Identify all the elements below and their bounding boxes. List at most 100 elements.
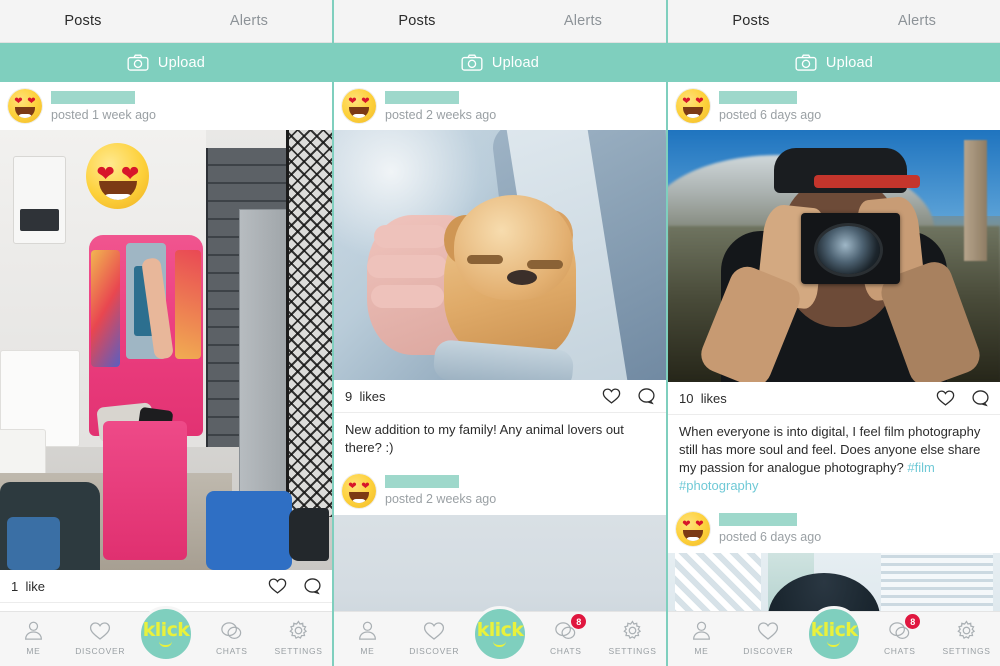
username-redacted[interactable] <box>385 475 459 489</box>
tab-alerts-3[interactable]: Alerts <box>834 13 1000 29</box>
nav-label-discover: DISCOVER <box>409 646 460 656</box>
smile-icon <box>827 641 841 647</box>
comment-bubble-icon[interactable] <box>303 577 322 595</box>
likes-word: like <box>25 578 45 594</box>
tab-posts-3[interactable]: Posts <box>668 13 834 29</box>
chat-bubbles-icon <box>220 618 243 643</box>
post-meta: posted 1 week ago <box>51 90 156 122</box>
likes-row: 9 likes <box>334 380 666 413</box>
heart-eye-left-icon: ❤ <box>348 480 357 492</box>
tab-posts[interactable]: Posts <box>0 13 166 29</box>
smile-mouth <box>15 107 35 118</box>
likes-row: 1 like <box>0 570 332 603</box>
klick-logo-text: klick <box>142 619 190 641</box>
app-panel-3: Posts Alerts Upload ❤ ❤ posted 6 days ag… <box>668 0 1000 666</box>
three-panel-screenshot: Posts Alerts Upload ❤ ❤ posted 1 week ag… <box>0 0 1000 666</box>
username-redacted[interactable] <box>51 90 135 104</box>
feed-scroll-area-3[interactable]: ❤ ❤ posted 6 days ago 10 likes When ever… <box>668 82 1000 611</box>
klick-logo-button[interactable]: klick <box>471 606 528 662</box>
post-header: ❤ ❤ posted 2 weeks ago <box>334 466 666 515</box>
nav-item-settings[interactable]: SETTINGS <box>938 618 996 656</box>
post-header: ❤ ❤ posted 1 week ago <box>0 82 332 130</box>
nav-label-me: ME <box>26 646 41 656</box>
nav-item-chats[interactable]: CHATS <box>203 618 261 656</box>
camera-icon <box>795 54 817 71</box>
nav-label-me: ME <box>360 646 375 656</box>
avatar[interactable]: ❤ ❤ <box>8 89 42 123</box>
tab-alerts-2[interactable]: Alerts <box>500 13 666 29</box>
tab-alerts[interactable]: Alerts <box>166 13 332 29</box>
smile-mouth <box>349 491 369 503</box>
nav-item-me[interactable]: ME <box>338 618 396 656</box>
bottom-navigation-1: ME DISCOVER klick CHATS SETTINGS <box>0 606 332 666</box>
like-heart-icon[interactable] <box>602 387 621 405</box>
post-image[interactable] <box>334 130 666 380</box>
post-image[interactable] <box>668 130 1000 382</box>
gear-icon <box>956 618 977 643</box>
heart-eye-left-icon: ❤ <box>348 96 357 107</box>
heart-icon <box>423 618 445 643</box>
avatar[interactable]: ❤ ❤ <box>676 511 710 546</box>
post-header: ❤ ❤ posted 6 days ago <box>668 504 1000 553</box>
nav-label-me: ME <box>694 646 709 656</box>
feed-scroll-area-1[interactable]: ❤ ❤ posted 1 week ago ❤ ❤ 1 like <box>0 82 332 611</box>
bottom-navigation-2: ME DISCOVER klick 8 CHATS SETTINGS <box>334 606 666 666</box>
nav-item-discover[interactable]: DISCOVER <box>405 618 463 656</box>
smile-mouth <box>683 529 703 541</box>
post-timestamp: posted 6 days ago <box>719 107 822 122</box>
username-redacted[interactable] <box>719 513 797 527</box>
heart-eye-right-icon: ❤ <box>695 518 704 530</box>
comment-bubble-icon[interactable] <box>637 387 656 405</box>
nav-label-chats: CHATS <box>215 646 248 656</box>
nav-item-me[interactable]: ME <box>672 618 730 656</box>
upload-button[interactable]: Upload <box>0 43 332 82</box>
camera-icon <box>127 54 149 71</box>
username-redacted[interactable] <box>385 90 459 104</box>
nav-item-chats[interactable]: 8 CHATS <box>537 614 595 656</box>
post-timestamp: posted 2 weeks ago <box>385 492 497 507</box>
person-icon <box>691 618 712 643</box>
likes-number: 9 <box>345 388 353 404</box>
nav-item-discover[interactable]: DISCOVER <box>71 618 129 656</box>
post-meta: posted 2 weeks ago <box>385 475 496 506</box>
heart-eye-right-icon: ❤ <box>361 480 370 492</box>
post-timestamp: posted 1 week ago <box>51 107 156 122</box>
klick-logo-button[interactable]: klick <box>805 606 862 662</box>
smile-mouth <box>683 107 703 118</box>
avatar[interactable]: ❤ ❤ <box>342 89 376 123</box>
comment-bubble-icon[interactable] <box>971 389 990 407</box>
avatar[interactable]: ❤ ❤ <box>342 473 376 508</box>
upload-button-2[interactable]: Upload <box>334 43 666 82</box>
username-redacted[interactable] <box>719 90 797 104</box>
person-icon <box>357 618 378 643</box>
like-heart-icon[interactable] <box>268 577 287 595</box>
nav-label-settings: SETTINGS <box>942 646 991 656</box>
nav-item-me[interactable]: ME <box>4 618 62 656</box>
nav-label-chats: CHATS <box>549 646 582 656</box>
caption-text: When everyone is into digital, I feel fi… <box>679 424 981 475</box>
likes-row: 10 likes <box>668 382 1000 415</box>
upload-label-3: Upload <box>825 54 874 71</box>
nav-item-chats[interactable]: 8 CHATS <box>871 614 929 656</box>
likes-number: 1 <box>11 578 19 594</box>
nav-item-settings[interactable]: SETTINGS <box>270 618 328 656</box>
like-heart-icon[interactable] <box>936 389 955 407</box>
post-actions <box>268 577 322 595</box>
post-caption: New addition to my family! Any animal lo… <box>334 413 666 467</box>
likes-word: likes <box>700 390 727 406</box>
post-image[interactable] <box>334 514 666 611</box>
post-timestamp: posted 2 weeks ago <box>385 107 497 122</box>
post-image[interactable]: ❤ ❤ <box>0 130 332 570</box>
upload-label-2: Upload <box>491 54 540 71</box>
post-actions <box>602 387 656 405</box>
post-image[interactable] <box>668 552 1000 611</box>
nav-item-settings[interactable]: SETTINGS <box>604 618 662 656</box>
top-tab-bar-3: Posts Alerts <box>668 0 1000 43</box>
feed-scroll-area-2[interactable]: ❤ ❤ posted 2 weeks ago 9 likes New addit… <box>334 82 666 611</box>
nav-item-discover[interactable]: DISCOVER <box>739 618 797 656</box>
klick-logo-button[interactable]: klick <box>137 606 194 662</box>
avatar[interactable]: ❤ ❤ <box>676 89 710 123</box>
upload-label: Upload <box>157 54 206 71</box>
tab-posts-2[interactable]: Posts <box>334 13 500 29</box>
upload-button-3[interactable]: Upload <box>668 43 1000 82</box>
